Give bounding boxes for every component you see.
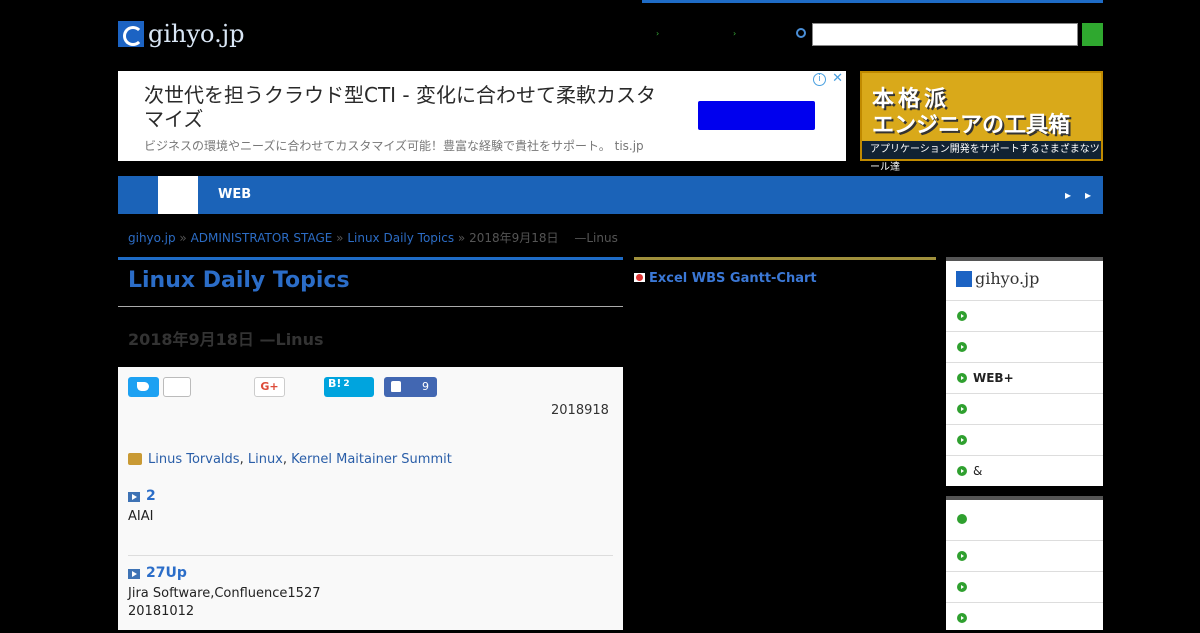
bullet-arrow-icon xyxy=(957,342,967,352)
nav-item-4[interactable] xyxy=(271,176,311,214)
breadcrumb-topics[interactable]: Linux Daily Topics xyxy=(347,231,454,245)
main-top-border xyxy=(118,257,623,260)
article-date: 2018918 xyxy=(551,403,609,418)
breadcrumb-separator: » xyxy=(179,231,187,245)
bullet-arrow-icon xyxy=(957,311,967,321)
section-divider xyxy=(128,555,613,556)
hatena-bookmark-button[interactable]: B! 2 xyxy=(324,377,374,397)
search-button[interactable] xyxy=(1082,23,1103,46)
section-bullet-icon xyxy=(128,492,140,502)
sidebar-item-2[interactable] xyxy=(946,331,1103,362)
ad-title[interactable]: 次世代を担うクラウド型CTI - 変化に合わせて柔軟カスタマイズ xyxy=(144,83,664,131)
google-plus-button[interactable]: G+ xyxy=(254,377,285,397)
ad-info-icon[interactable]: i xyxy=(813,73,826,86)
nav-item-2[interactable] xyxy=(158,176,198,214)
bullet-arrow-icon xyxy=(957,404,967,414)
tag-link[interactable]: Kernel Maitainer Summit xyxy=(291,452,452,467)
breadcrumb-separator: » xyxy=(336,231,344,245)
engineer-tools-banner[interactable]: 本格派 エンジニアの工具箱 アプリケーション開発をサポートするさまざまなツール達 xyxy=(860,71,1103,173)
bullet-arrow-icon xyxy=(957,466,967,476)
sidebar-item-5[interactable] xyxy=(946,424,1103,455)
bullet-arrow-icon xyxy=(957,373,967,383)
sidebar-top-bar xyxy=(946,257,1103,261)
breadcrumb-separator: » xyxy=(457,231,466,245)
arrow-icon: › xyxy=(733,29,737,38)
arrow-icon: › xyxy=(656,29,660,38)
sidebar-item-4[interactable] xyxy=(946,393,1103,424)
article-title: 2018年9月18日 —Linus xyxy=(128,330,324,349)
thumbs-up-icon xyxy=(391,381,401,392)
sidebar2-item-1[interactable] xyxy=(946,540,1103,571)
tag-link[interactable]: Linus Torvalds xyxy=(148,452,240,467)
tag-icon xyxy=(128,453,142,465)
header-accent-line xyxy=(642,0,1103,3)
breadcrumb-current: 2018年9月18日 —Linus xyxy=(469,231,618,245)
ad-cta-button[interactable] xyxy=(698,101,815,130)
search-input[interactable] xyxy=(812,23,1078,46)
section-bullet-icon xyxy=(128,569,140,579)
site-logo[interactable]: gihyo.jp xyxy=(118,20,245,48)
ad-subtitle: ビジネスの環境やニーズに合わせてカスタマイズ可能！豊富な経験で貴社をサポート。 … xyxy=(144,139,644,153)
ad-close-icon[interactable]: ✕ xyxy=(832,71,843,86)
hatena-label: B! xyxy=(328,377,342,390)
facebook-like-count: 9 xyxy=(422,380,429,393)
tweet-button[interactable] xyxy=(128,377,159,397)
main-nav: WEB ▸ ▸ xyxy=(118,176,1103,214)
logo-mark-icon xyxy=(118,21,144,47)
nav-right-links: ▸ ▸ xyxy=(1065,176,1103,214)
bullet-icon xyxy=(957,514,967,524)
tag-link[interactable]: Linux xyxy=(248,452,283,467)
bullet-arrow-icon xyxy=(957,582,967,592)
nav-item-3[interactable]: WEB xyxy=(198,176,271,214)
banner-line-3: アプリケーション開発をサポートするさまざまなツール達 xyxy=(862,141,1101,173)
related-section-title[interactable]: 2 xyxy=(146,488,156,504)
bullet-arrow-icon xyxy=(957,551,967,561)
sidebar-item-1[interactable] xyxy=(946,300,1103,331)
breadcrumb-stage[interactable]: ADMINISTRATOR STAGE xyxy=(191,231,333,245)
article-tags: Linus Torvalds, Linux, Kernel Maitainer … xyxy=(148,452,452,467)
news-section-date: 20181012 xyxy=(128,604,195,619)
header-link-2[interactable]: › xyxy=(733,29,739,38)
sidebar-box-title xyxy=(946,500,1103,536)
sidebar-item-3[interactable]: WEB+ xyxy=(946,362,1103,393)
sidebar-item-6[interactable]: & xyxy=(946,455,1103,486)
section-title[interactable]: Linux Daily Topics xyxy=(128,268,350,293)
nav-right-link-1[interactable]: ▸ xyxy=(1065,176,1071,214)
sidebar-nav-box: gihyo.jp WEB+ & xyxy=(946,257,1103,486)
bullet-arrow-icon xyxy=(957,613,967,623)
nav-right-link-2[interactable]: ▸ xyxy=(1085,176,1091,214)
sidebar2-item-3[interactable] xyxy=(946,602,1103,633)
logo-text: gihyo.jp xyxy=(148,20,245,48)
middle-top-border xyxy=(634,257,936,260)
sidebar-item-label: WEB+ xyxy=(973,371,1014,385)
news-section-title[interactable]: 27Up xyxy=(146,565,187,581)
hatena-count: 2 xyxy=(343,379,350,389)
breadcrumb: gihyo.jp » ADMINISTRATOR STAGE » Linux D… xyxy=(128,229,618,246)
banner-line-2: エンジニアの工具箱 xyxy=(872,113,1071,138)
logo-mark-icon xyxy=(956,270,972,287)
header-link-1[interactable]: › xyxy=(656,29,662,38)
sidebar-secondary-box xyxy=(946,496,1103,630)
sidebar-logo-text: gihyo.jp xyxy=(975,269,1040,288)
related-section-text: AIAI xyxy=(128,509,154,524)
breadcrumb-home[interactable]: gihyo.jp xyxy=(128,231,176,245)
sidebar2-item-2[interactable] xyxy=(946,571,1103,602)
promo-link[interactable]: Excel WBS Gantt-Chart xyxy=(634,269,934,288)
sidebar-item-label: & xyxy=(973,464,983,478)
sidebar-logo[interactable]: gihyo.jp xyxy=(956,269,1039,288)
bullet-arrow-icon xyxy=(957,435,967,445)
search-icon xyxy=(796,28,806,38)
news-section-text: Jira Software,Confluence1527 xyxy=(128,586,321,601)
title-divider xyxy=(118,306,623,307)
facebook-like-button[interactable]: 9 xyxy=(384,377,437,397)
text-advertisement[interactable]: 次世代を担うクラウド型CTI - 変化に合わせて柔軟カスタマイズ ビジネスの環境… xyxy=(118,71,846,161)
nav-item-1[interactable] xyxy=(118,176,158,214)
tweet-count xyxy=(163,377,191,397)
